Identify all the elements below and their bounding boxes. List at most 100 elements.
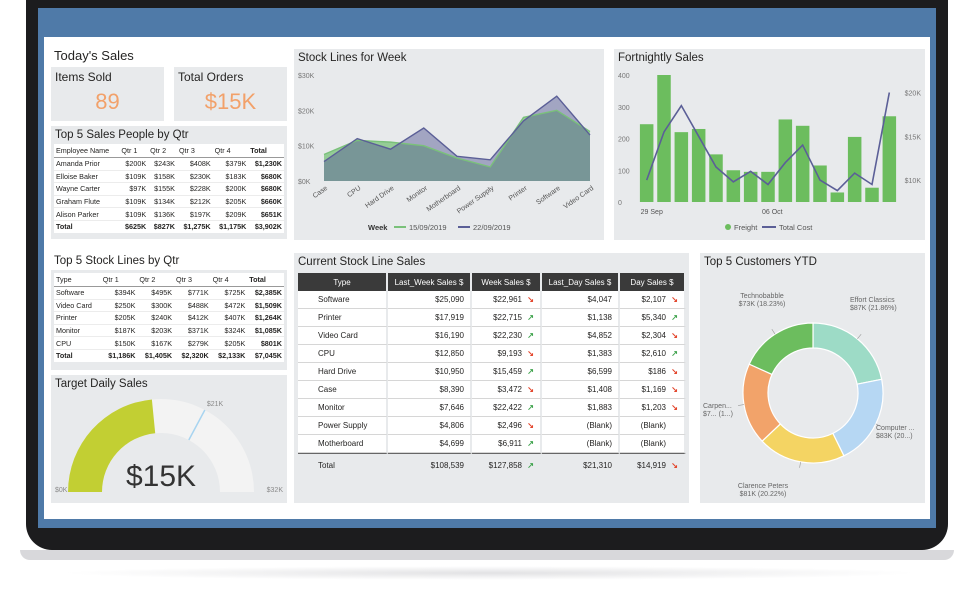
table-row[interactable]: CPU $150K $167K $279K $205K $801K: [54, 336, 284, 350]
column-header[interactable]: Week Sales $: [472, 273, 542, 291]
device-lip: [20, 550, 954, 560]
column-header[interactable]: Qtr 4: [210, 273, 248, 287]
table-cell: $279K: [174, 336, 211, 350]
fortnightly-panel[interactable]: Fortnightly Sales 0 100 200 300 400 $10K $15K $…: [614, 49, 925, 240]
freight-bar: [778, 119, 793, 202]
table-row[interactable]: Video Card $250K $300K $488K $472K $1,509K: [54, 299, 284, 313]
y-tick-label: $0K: [298, 179, 311, 186]
week-cell-value: $3,472: [497, 385, 522, 394]
table-cell: $209K: [212, 207, 249, 221]
day-cell-value: $1,203: [641, 403, 666, 412]
last-day-cell: $4,852: [542, 327, 620, 345]
y-tick-label: $30K: [298, 73, 315, 80]
total-row[interactable]: Total $1,186K $1,405K $2,320K $2,133K $7,045K: [54, 348, 284, 362]
table-row[interactable]: Software $25,090 $22,961 ↘ $4,047 $2,107 ↘: [298, 291, 686, 309]
freight-bar: [847, 136, 862, 202]
table-row[interactable]: Motherboard $4,699 $6,911 ↗ (Blank) (Blank): [298, 435, 686, 453]
table-row[interactable]: Wayne Carter $97K $155K $228K $200K $680K: [54, 182, 284, 196]
x-tick-label: 29 Sep: [641, 209, 663, 216]
table-row[interactable]: Video Card $16,190 $22,230 ↗ $4,852 $2,304 ↘: [298, 327, 686, 345]
table-row[interactable]: Monitor $187K $203K $371K $324K $1,085K: [54, 324, 284, 338]
total-cell: $1,175K: [212, 219, 249, 233]
week-cell: $6,911 ↗: [472, 435, 542, 453]
donut-leader-line: [737, 404, 745, 406]
total-cell: $1,405K: [137, 348, 175, 362]
total-cell: Total: [54, 219, 120, 233]
column-header[interactable]: Total: [247, 273, 284, 287]
x-tick-label: Monitor: [406, 185, 430, 205]
day-cell: (Blank): [620, 435, 686, 453]
table-row[interactable]: Software $394K $495K $771K $725K $2,385K: [54, 286, 284, 300]
sales-people-table[interactable]: Employee Name Qtr 1 Qtr 2 Qtr 3 Qtr 4 Total A…: [54, 144, 284, 233]
column-header[interactable]: Qtr 3: [174, 273, 211, 287]
trend-down-icon: ↘: [527, 385, 534, 394]
donut-slice-name: Computer ...: [876, 425, 915, 432]
table-cell: Graham Flute: [54, 195, 120, 209]
last-week-cell-value: $17,919: [435, 313, 464, 322]
customers-donut: Effort Classics$87K (21.86%) Computer ...…: [703, 293, 915, 498]
column-header[interactable]: Qtr 4: [212, 144, 249, 158]
y-left-tick-label: 300: [618, 105, 630, 112]
target-panel[interactable]: Target Daily Sales $21K $15K $0K $32K: [51, 375, 287, 503]
column-header[interactable]: Day Sales $: [620, 273, 686, 291]
freight-bar: [743, 171, 758, 202]
table-cell: $243K: [148, 157, 177, 171]
table-cell: $109K: [119, 195, 149, 209]
donut-slice-name: Carpen...: [703, 403, 732, 410]
last-day-cell: $1,883: [542, 399, 620, 417]
items-sold-card[interactable]: Items Sold 89: [51, 67, 164, 121]
week-cell-value: $9,193: [497, 349, 522, 358]
stock-week-panel[interactable]: Stock Lines for Week $0K $10K $20K $30K Case…: [294, 49, 604, 240]
stock-lines-table[interactable]: Type Qtr 1 Qtr 2 Qtr 3 Qtr 4 Total Software $3…: [54, 273, 284, 362]
last-week-cell: $17,919: [388, 309, 472, 327]
last-week-cell: $7,646: [388, 399, 472, 417]
current-stock-table[interactable]: Type Last_Week Sales $ Week Sales $ Last_Da…: [298, 273, 686, 477]
day-cell-value: $1,169: [641, 385, 666, 394]
total-orders-card[interactable]: Total Orders $15K: [174, 67, 287, 121]
column-header[interactable]: Total: [248, 144, 284, 158]
last-week-cell: $16,190: [388, 327, 472, 345]
total-cell: $827K: [148, 219, 177, 233]
type-cell: Case: [298, 381, 388, 399]
table-row[interactable]: Hard Drive $10,950 $15,459 ↗ $6,599 $186 ↘: [298, 363, 686, 381]
trend-down-icon: ↘: [527, 295, 534, 304]
table-row[interactable]: Monitor $7,646 $22,422 ↗ $1,883 $1,203 ↘: [298, 399, 686, 417]
table-row[interactable]: Graham Flute $109K $134K $212K $205K $660K: [54, 195, 284, 209]
table-row[interactable]: CPU $12,850 $9,193 ↘ $1,383 $2,610 ↗: [298, 345, 686, 363]
total-row[interactable]: Total $625K $827K $1,275K $1,175K $3,902K: [54, 219, 284, 233]
table-row[interactable]: Amanda Prior $200K $243K $408K $379K $1,230K: [54, 157, 284, 171]
column-header[interactable]: Qtr 2: [148, 144, 177, 158]
table-cell: $1,509K: [247, 299, 284, 313]
table-cell: $250K: [100, 299, 138, 313]
table-cell: $205K: [100, 311, 138, 325]
last-day-cell: $6,599: [542, 363, 620, 381]
last-day-cell: $1,408: [542, 381, 620, 399]
column-header[interactable]: Qtr 2: [137, 273, 175, 287]
total-row[interactable]: Total $108,539 $127,858 ↗ $21,310 $14,919 ↘: [298, 453, 686, 477]
column-header[interactable]: Last_Day Sales $: [542, 273, 620, 291]
table-row[interactable]: Alison Parker $109K $136K $197K $209K $651K: [54, 207, 284, 221]
column-header[interactable]: Last_Week Sales $: [388, 273, 472, 291]
customers-panel[interactable]: Top 5 Customers YTD Effort Classics $87K …: [700, 253, 925, 503]
column-header[interactable]: Qtr 1: [100, 273, 138, 287]
table-row[interactable]: Printer $205K $240K $412K $407K $1,264K: [54, 311, 284, 325]
trend-down-icon: ↘: [671, 367, 678, 376]
donut-leader-line: [771, 328, 776, 335]
last-day-cell-value: $4,047: [587, 295, 612, 304]
legend-title: Week: [368, 223, 388, 232]
table-row[interactable]: Elloise Baker $109K $158K $230K $183K $680K: [54, 170, 284, 184]
column-header[interactable]: Employee Name: [54, 144, 120, 158]
legend-label-freight: Freight: [734, 223, 758, 232]
table-cell: Monitor: [54, 324, 101, 338]
day-cell: $1,203 ↘: [620, 399, 686, 417]
column-header[interactable]: Type: [54, 273, 101, 287]
column-header[interactable]: Qtr 3: [176, 144, 213, 158]
table-row[interactable]: Case $8,390 $3,472 ↘ $1,408 $1,169 ↘: [298, 381, 686, 399]
table-row[interactable]: Power Supply $4,806 $2,496 ↘ (Blank) (Blank): [298, 417, 686, 435]
table-cell: $167K: [137, 336, 175, 350]
table-row[interactable]: Printer $17,919 $22,715 ↗ $1,138 $5,340 ↗: [298, 309, 686, 327]
last-week-cell: $4,699: [388, 435, 472, 453]
column-header[interactable]: Type: [298, 273, 388, 291]
items-sold-value: 89: [95, 89, 120, 114]
column-header[interactable]: Qtr 1: [119, 144, 149, 158]
